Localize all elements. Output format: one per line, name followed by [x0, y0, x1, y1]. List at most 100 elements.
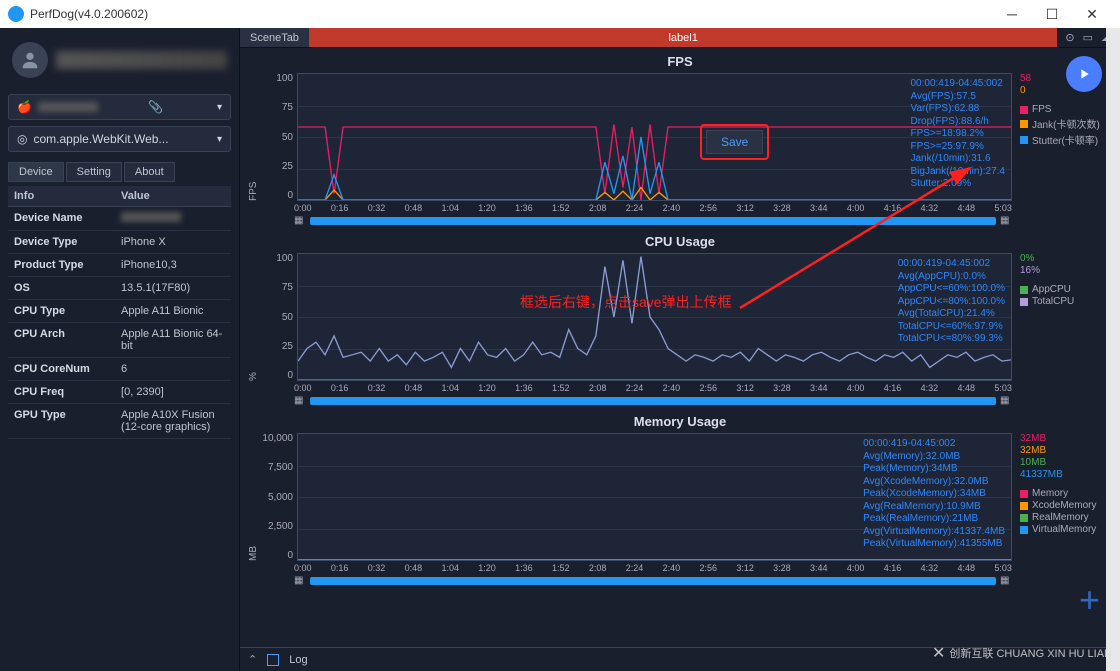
table-row: CPU ArchApple A11 Bionic 64-bit [8, 323, 231, 358]
chart-memory-usage: Memory UsageMB10,0007,5005,0002,500000:0… [248, 412, 1112, 586]
chart-plot[interactable]: 00:00:419-04:45:002Avg(Memory):32.0MBPea… [297, 433, 1012, 561]
chart-title: FPS [248, 52, 1112, 73]
app-dropdown[interactable]: ◎ com.apple.WebKit.Web... ▾ [8, 126, 231, 152]
legend-item[interactable]: VirtualMemory [1020, 524, 1112, 535]
expand-up-icon[interactable]: ⌃ [248, 653, 257, 666]
legend-item[interactable]: XcodeMemory [1020, 500, 1112, 511]
info-value: iPhone10,3 [115, 254, 231, 277]
legend-item[interactable]: Memory [1020, 488, 1112, 499]
table-row: CPU TypeApple A11 Bionic [8, 300, 231, 323]
scene-label1[interactable]: label1 [309, 28, 1057, 47]
y-axis-label: MB [248, 433, 259, 561]
sidebar-tabs: Device Setting About [8, 162, 231, 182]
chevron-down-icon: ▾ [217, 134, 222, 145]
pin-icon[interactable]: 📎 [148, 100, 163, 114]
scenetab-label[interactable]: SceneTab [240, 28, 309, 47]
info-key: CPU CoreNum [8, 358, 115, 381]
info-key: Device Name [8, 207, 115, 231]
film-icon: ▦ [294, 575, 306, 586]
value-header: Value [115, 186, 231, 207]
legend-item[interactable]: RealMemory [1020, 512, 1112, 523]
chart-title: Memory Usage [248, 412, 1112, 433]
log-label: Log [289, 654, 307, 666]
chart-plot[interactable]: 00:00:419-04:45:002Avg(FPS):57.5Var(FPS)… [297, 73, 1012, 201]
table-row: GPU TypeApple A10X Fusion (12-core graph… [8, 404, 231, 439]
info-key: OS [8, 277, 115, 300]
location-icon[interactable]: ⊙ [1065, 31, 1074, 44]
app-logo-icon [8, 6, 24, 22]
x-axis: 0:000:160:320:481:041:201:361:522:082:24… [294, 201, 1012, 213]
chart-legend: 32MB32MB10MB41337MBMemoryXcodeMemoryReal… [1012, 433, 1112, 561]
legend-item[interactable]: Stutter(卡顿率) [1020, 132, 1112, 147]
film-icon: ▦ [294, 395, 306, 406]
timeline-scrubber[interactable]: ▦▦ [294, 575, 1012, 586]
table-row: Device Name [8, 207, 231, 231]
film-icon: ▦ [1000, 215, 1012, 226]
tab-setting[interactable]: Setting [66, 162, 122, 182]
table-row: Device TypeiPhone X [8, 231, 231, 254]
user-avatar[interactable] [12, 42, 48, 78]
chart-fps: FPSFPS100755025000:00:419-04:45:002Avg(F… [248, 52, 1112, 226]
y-axis-label: % [248, 253, 259, 381]
scene-strip: SceneTab label1 ⊙ ▭ ☁ [240, 28, 1120, 48]
chart-title: CPU Usage [248, 232, 1112, 253]
legend-swatch [1020, 106, 1028, 114]
log-checkbox[interactable] [267, 654, 279, 666]
table-row: CPU CoreNum6 [8, 358, 231, 381]
film-icon: ▦ [1000, 575, 1012, 586]
close-button[interactable]: ✕ [1072, 0, 1112, 28]
legend-swatch [1020, 136, 1028, 144]
window-title: PerfDog(v4.0.200602) [30, 7, 148, 21]
tab-device[interactable]: Device [8, 162, 64, 182]
legend-swatch [1020, 298, 1028, 306]
charts-area: FPSFPS100755025000:00:419-04:45:002Avg(F… [240, 48, 1120, 647]
film-icon: ▦ [1000, 395, 1012, 406]
info-value: Apple A10X Fusion (12-core graphics) [115, 404, 231, 439]
info-key: CPU Freq [8, 381, 115, 404]
y-axis-label: FPS [248, 73, 259, 201]
sidebar: 🍎 📎 ▾ ◎ com.apple.WebKit.Web... ▾ Device… [0, 28, 240, 671]
timeline-scrubber[interactable]: ▦▦ [294, 395, 1012, 406]
legend-item[interactable]: AppCPU [1020, 284, 1112, 295]
minimize-button[interactable]: ─ [992, 0, 1032, 28]
x-axis: 0:000:160:320:481:041:201:361:522:082:24… [294, 561, 1012, 573]
table-row: OS13.5.1(17F80) [8, 277, 231, 300]
save-button[interactable]: Save [706, 130, 763, 154]
username-label [56, 51, 227, 69]
info-value: Apple A11 Bionic [115, 300, 231, 323]
info-key: CPU Arch [8, 323, 115, 358]
chart-legend: 0%16%AppCPUTotalCPU [1012, 253, 1112, 381]
info-key: CPU Type [8, 300, 115, 323]
add-chart-button[interactable]: + [1079, 579, 1100, 621]
info-key: Device Type [8, 231, 115, 254]
legend-swatch [1020, 502, 1028, 510]
timeline-scrubber[interactable]: ▦▦ [294, 215, 1012, 226]
table-row: CPU Freq[0, 2390] [8, 381, 231, 404]
legend-swatch [1020, 526, 1028, 534]
info-value [115, 207, 231, 231]
info-value: Apple A11 Bionic 64-bit [115, 323, 231, 358]
info-value: 6 [115, 358, 231, 381]
play-button[interactable] [1066, 56, 1102, 92]
device-name-blurred [38, 102, 98, 112]
apple-icon: 🍎 [17, 100, 32, 114]
chart-legend: 580FPSJank(卡顿次数)Stutter(卡顿率) [1012, 73, 1112, 201]
device-info-table: Info Value Device NameDevice TypeiPhone … [8, 186, 231, 439]
vertical-scrollbar[interactable] [1106, 28, 1120, 671]
folder-icon[interactable]: ▭ [1083, 31, 1093, 44]
info-header: Info [8, 186, 115, 207]
table-row: Product TypeiPhone10,3 [8, 254, 231, 277]
device-dropdown[interactable]: 🍎 📎 ▾ [8, 94, 231, 120]
maximize-button[interactable]: ☐ [1032, 0, 1072, 28]
info-value: [0, 2390] [115, 381, 231, 404]
x-axis: 0:000:160:320:481:041:201:361:522:082:24… [294, 381, 1012, 393]
tab-about[interactable]: About [124, 162, 175, 182]
legend-swatch [1020, 490, 1028, 498]
legend-item[interactable]: FPS [1020, 104, 1112, 115]
title-bar: PerfDog(v4.0.200602) ─ ☐ ✕ [0, 0, 1120, 28]
legend-item[interactable]: Jank(卡顿次数) [1020, 116, 1112, 131]
play-icon [1076, 66, 1092, 82]
legend-item[interactable]: TotalCPU [1020, 296, 1112, 307]
y-axis: 1007550250 [261, 73, 297, 201]
chart-plot[interactable]: 00:00:419-04:45:002Avg(AppCPU):0.0%AppCP… [297, 253, 1012, 381]
